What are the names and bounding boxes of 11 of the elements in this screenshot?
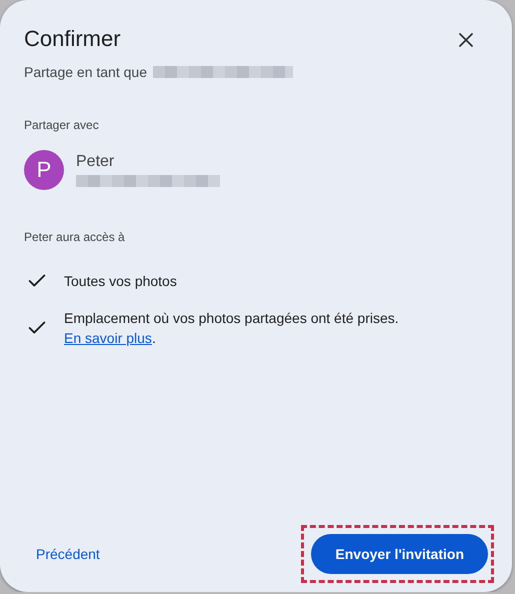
send-invitation-button[interactable]: Envoyer l'invitation	[311, 534, 488, 574]
person-name: Peter	[76, 153, 116, 171]
access-item-text: Emplacement où vos photos partagées ont été prises. En savoir plus.	[64, 309, 399, 348]
avatar: P	[24, 150, 64, 190]
section-label: Partager avec	[24, 118, 100, 132]
dialog-title: Confirmer	[24, 26, 121, 52]
access-item-text: Toutes vos photos	[64, 272, 177, 291]
section-label: Peter aura accès à	[24, 230, 126, 244]
learn-more-link[interactable]: En savoir plus	[64, 330, 152, 346]
subtitle: Partage en tant que	[24, 64, 147, 80]
back-button[interactable]: Précédent	[24, 536, 112, 572]
